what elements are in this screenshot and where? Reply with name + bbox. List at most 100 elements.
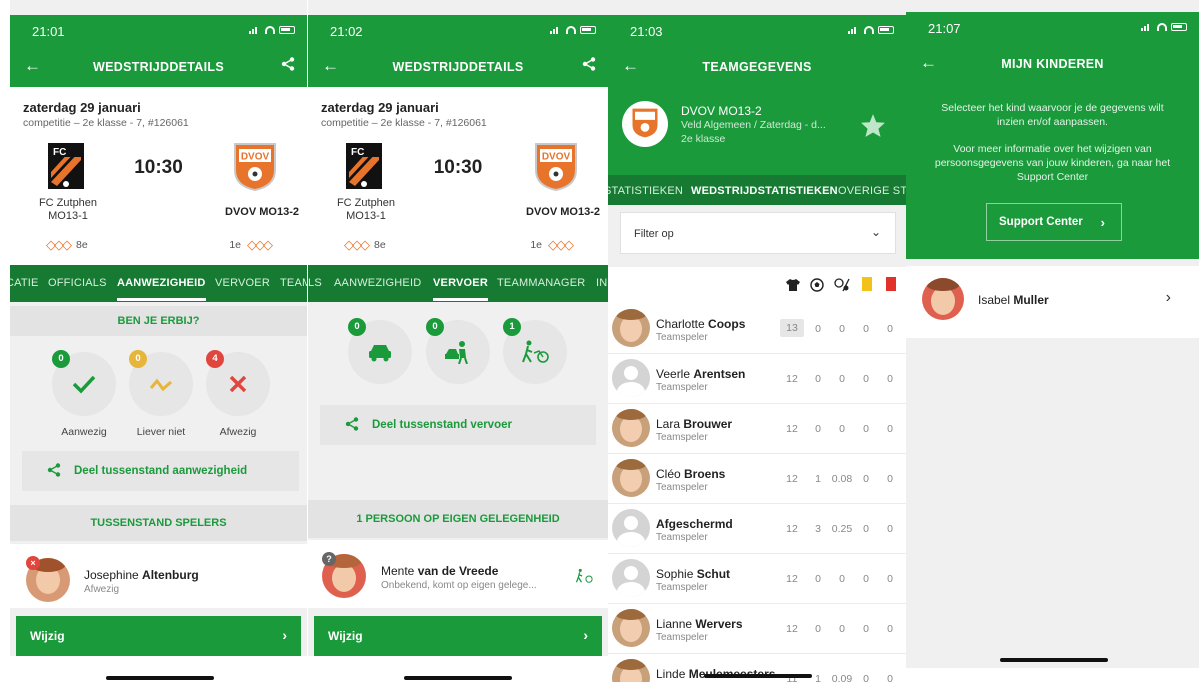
stat-cell: 12: [786, 473, 798, 485]
avatar: [922, 278, 964, 320]
team-header: DVOV MO13-2 Veld Algemeen / Zaterdag - d…: [608, 87, 906, 175]
match-header: zaterdag 29 januari competitie – 2e klas…: [10, 87, 307, 265]
status-bar: 21:07: [906, 12, 1199, 42]
tab-wedstrijdstatistieken[interactable]: WEDSTRIJDSTATISTIEKEN: [691, 185, 838, 197]
tab-catie[interactable]: CATIE: [10, 277, 39, 289]
away-team-logo: DVOV: [234, 143, 276, 192]
home-indicator: [1000, 658, 1108, 662]
player-name: Lara Brouwer: [656, 417, 733, 431]
stat-cell: 0: [839, 423, 845, 435]
status-bar: 21:02: [308, 15, 608, 45]
screen-my-children: 21:07 ← MIJN KINDEREN Selecteer het kind…: [906, 0, 1199, 682]
stat-cell: 12: [786, 523, 798, 535]
red-card-icon: [886, 277, 896, 291]
list-item[interactable]: × Josephine Altenburg Afwezig: [10, 544, 307, 608]
goals-average-icon: [834, 278, 850, 292]
table-row[interactable]: Afgeschermd Teamspeler 12 3 0.25 0 0: [608, 504, 906, 554]
avatar: [612, 609, 650, 647]
status-bar: 21:01: [10, 15, 307, 45]
attend-no-count: 4: [206, 350, 224, 368]
tab-vervoer[interactable]: VERVOER: [215, 277, 270, 289]
attend-maybe-label: Liever niet: [136, 426, 186, 438]
player-name: Josephine Altenburg: [84, 568, 199, 582]
table-row[interactable]: Lara Brouwer Teamspeler 12 0 0 0 0: [608, 404, 906, 454]
away-team-name: DVOV MO13-2: [526, 206, 600, 218]
screen-team-details: 21:03 ← TEAMGEGEVENS DVOV MO13-2 Veld Al…: [608, 0, 906, 682]
player-name: Veerle Arentsen: [656, 367, 746, 381]
player-name: Sophie Schut: [656, 567, 731, 581]
status-bar: 21:03: [608, 15, 906, 45]
table-row[interactable]: Charlotte Coops Teamspeler 13 0 0 0 0: [608, 304, 906, 354]
stat-cell: 12: [786, 573, 798, 585]
player-role: Teamspeler: [656, 632, 708, 643]
stat-cell: 0.09: [831, 673, 853, 682]
stat-cell: 0: [863, 523, 869, 535]
table-row[interactable]: Cléo Broens Teamspeler 12 1 0.08 0 0: [608, 454, 906, 504]
share-transport-button[interactable]: Deel tussenstand vervoer: [320, 405, 596, 445]
away-rank: 1e ◇◇◇: [530, 237, 574, 252]
shirt-icon: [786, 279, 800, 291]
tab-aanwezigheid[interactable]: AANWEZIGHEID: [334, 277, 421, 289]
tab-teammanager[interactable]: TEAMMANAGER: [497, 277, 585, 289]
tab-overige-statistieken[interactable]: OVERIGE STA: [838, 185, 906, 197]
filter-select[interactable]: Filter op ⌄: [620, 212, 896, 254]
stat-cell: 0: [887, 673, 893, 682]
avatar: [612, 359, 650, 397]
support-center-button[interactable]: Support Center ›: [986, 203, 1122, 241]
stat-cell: 0: [887, 373, 893, 385]
status-time: 21:03: [630, 24, 663, 39]
stat-cell: 13: [780, 319, 804, 337]
child-list-item[interactable]: Isabel Muller ›: [906, 266, 1199, 338]
app-bar: ← MIJN KINDEREN: [906, 42, 1199, 87]
share-icon[interactable]: [582, 57, 596, 71]
car-icon: [369, 345, 391, 362]
screen-match-transport: 21:02 ← WEDSTRIJDDETAILS zaterdag 29 jan…: [308, 0, 608, 682]
stat-cell: 0: [887, 573, 893, 585]
share-attendance-button[interactable]: Deel tussenstand aanwezigheid: [22, 451, 299, 491]
tab-vervoer[interactable]: VERVOER: [433, 277, 488, 301]
status-time: 21:01: [32, 24, 65, 39]
share-icon[interactable]: [281, 57, 295, 71]
chevron-right-icon: ›: [1100, 215, 1105, 230]
table-row[interactable]: Lianne Wervers Teamspeler 12 0 0 0 0: [608, 604, 906, 654]
stat-cell: 12: [786, 373, 798, 385]
stat-cell: 0.25: [831, 523, 853, 535]
tab-statistieken[interactable]: STATISTIEKEN: [608, 185, 683, 197]
avatar: [612, 659, 650, 682]
passenger-icon: [445, 341, 468, 364]
info-text: Voor meer informatie over het wijzigen v…: [934, 143, 1171, 183]
chevron-right-icon: ›: [583, 627, 588, 643]
wijzig-button[interactable]: Wijzig ›: [314, 616, 602, 656]
status-time: 21:07: [928, 21, 961, 36]
tab-aanwezigheid[interactable]: AANWEZIGHEID: [117, 277, 206, 301]
home-rank: ◇◇◇ 8e: [344, 237, 386, 252]
player-role: Teamspeler: [656, 582, 708, 593]
team-location: Veld Algemeen / Zaterdag - d...: [681, 119, 826, 131]
rating-diamonds-icon: ◇◇◇: [344, 237, 370, 252]
page-title: WEDSTRIJDDETAILS: [93, 60, 224, 74]
competition-info: competitie – 2e klasse - 7, #126061: [23, 117, 189, 129]
list-item[interactable]: ? Mente van de Vreede Onbekend, komt op …: [308, 540, 608, 608]
screen-match-attendance: 21:01 ← WEDSTRIJDDETAILS zaterdag 29 jan…: [10, 0, 307, 682]
signal-icon: [550, 26, 562, 34]
table-row[interactable]: Veerle Arentsen Teamspeler 12 0 0 0 0: [608, 354, 906, 404]
stat-cell: 0: [815, 373, 821, 385]
cross-icon: [229, 375, 247, 393]
tab-team[interactable]: TEAM: [280, 277, 307, 289]
home-rank: ◇◇◇ 8e: [46, 237, 88, 252]
home-team-name: FC Zutphen MO13-1: [38, 197, 98, 222]
stat-cell: 0: [863, 573, 869, 585]
app-bar: ← WEDSTRIJDDETAILS: [10, 45, 307, 87]
avatar: [612, 409, 650, 447]
stat-cell: 0: [839, 573, 845, 585]
tab-bar: STATISTIEKEN WEDSTRIJDSTATISTIEKEN OVERI…: [608, 175, 906, 205]
player-name: Cléo Broens: [656, 467, 726, 481]
home-team-name: FC Zutphen MO13-1: [336, 197, 396, 222]
star-icon[interactable]: [860, 113, 886, 138]
tab-officials[interactable]: OFFICIALS: [48, 277, 107, 289]
wijzig-button[interactable]: Wijzig ›: [16, 616, 301, 656]
table-row[interactable]: Sophie Schut Teamspeler 12 0 0 0 0: [608, 554, 906, 604]
tab-ls[interactable]: LS: [308, 277, 322, 289]
player-role: Teamspeler: [656, 332, 708, 343]
tab-in[interactable]: IN: [596, 277, 607, 289]
